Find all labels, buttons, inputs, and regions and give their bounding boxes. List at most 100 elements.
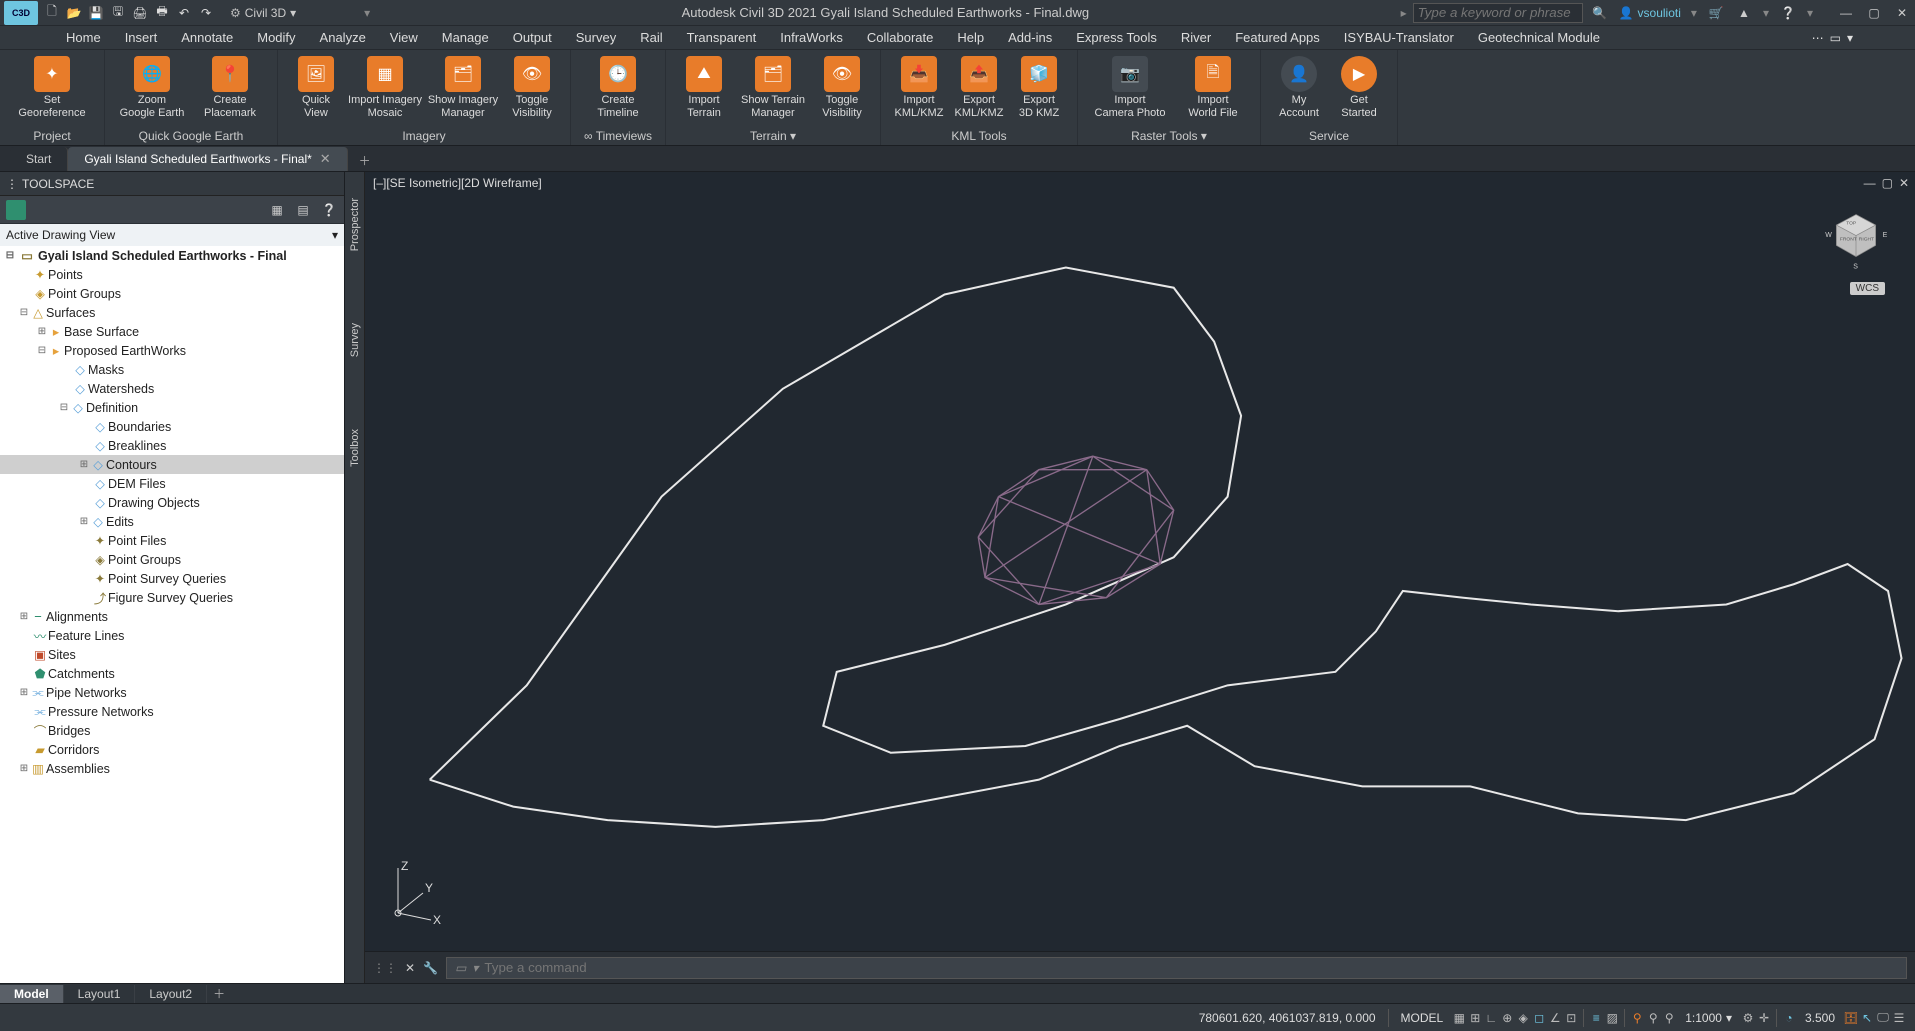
tree-edits[interactable]: ⊞◇Edits <box>0 512 344 531</box>
model-paper-toggle[interactable]: MODEL <box>1393 1011 1452 1025</box>
get-started-button[interactable]: ▶GetStarted <box>1329 54 1389 124</box>
wrench-icon[interactable]: 🔧 <box>423 961 438 975</box>
menu-infraworks[interactable]: InfraWorks <box>768 26 855 49</box>
zoom-ge-button[interactable]: 🌐ZoomGoogle Earth <box>113 54 191 124</box>
my-account-button[interactable]: 👤MyAccount <box>1269 54 1329 124</box>
tree-pipe-networks[interactable]: ⊞⫘Pipe Networks <box>0 683 344 702</box>
import-kml-button[interactable]: 📥ImportKML/KMZ <box>889 54 949 124</box>
command-input[interactable] <box>484 960 1898 975</box>
db-icon[interactable]: 🗄 <box>1843 1010 1859 1026</box>
add-layout-button[interactable]: ＋ <box>207 985 231 1002</box>
iso-icon[interactable]: ◈ <box>1515 1010 1531 1026</box>
close-tab-icon[interactable]: ✕ <box>320 151 331 167</box>
set-georeference-button[interactable]: ✦SetGeoreference <box>8 54 96 124</box>
toolspace-tool-icon[interactable]: ▦ <box>268 201 286 219</box>
close-icon[interactable]: ✕ <box>1893 4 1911 22</box>
toolspace-home-icon[interactable] <box>6 200 26 220</box>
export-3dkmz-button[interactable]: 🧊Export3D KMZ <box>1009 54 1069 124</box>
menu-river[interactable]: River <box>1169 26 1223 49</box>
app-store-icon[interactable]: ▲ <box>1735 4 1753 22</box>
layout-1[interactable]: Layout1 <box>64 985 136 1003</box>
tab-toolbox[interactable]: Toolbox <box>347 423 363 473</box>
tree-dem-files[interactable]: ◇DEM Files <box>0 474 344 493</box>
menu-home[interactable]: Home <box>54 26 113 49</box>
menu-annotate[interactable]: Annotate <box>169 26 245 49</box>
monitor-icon[interactable]: 🖵 <box>1875 1010 1891 1026</box>
tree-boundaries[interactable]: ◇Boundaries <box>0 417 344 436</box>
tree-pressure-networks[interactable]: ⫘Pressure Networks <box>0 702 344 721</box>
cursor-icon[interactable]: ↖ <box>1859 1010 1875 1026</box>
gear-icon[interactable]: ⚙ <box>1740 1010 1756 1026</box>
toggle-vis-button[interactable]: 👁ToggleVisibility <box>502 54 562 124</box>
grid-icon[interactable]: ▦ <box>1451 1010 1467 1026</box>
menu-manage[interactable]: Manage <box>430 26 501 49</box>
menu-rail[interactable]: Rail <box>628 26 674 49</box>
menu-express[interactable]: Express Tools <box>1064 26 1169 49</box>
otrack-icon[interactable]: ⊡ <box>1563 1010 1579 1026</box>
export-kml-button[interactable]: 📤ExportKML/KMZ <box>949 54 1009 124</box>
snapgrid-icon[interactable]: ⊞ <box>1467 1010 1483 1026</box>
saveas-icon[interactable]: 🖫 <box>110 5 126 21</box>
tree-drawing-objects[interactable]: ◇Drawing Objects <box>0 493 344 512</box>
tab-active-doc[interactable]: Gyali Island Scheduled Earthworks - Fina… <box>68 147 347 171</box>
grip-icon[interactable]: ⋮⋮ <box>373 961 397 975</box>
help-icon[interactable]: ❔ <box>1779 4 1797 22</box>
app-logo[interactable]: C3D <box>4 1 38 25</box>
toggle-terrain-vis-button[interactable]: 👁ToggleVisibility <box>812 54 872 124</box>
ortho-icon[interactable]: ∟ <box>1483 1010 1499 1026</box>
tree-surfaces[interactable]: ⊟△Surfaces <box>0 303 344 322</box>
minimize-icon[interactable]: — <box>1837 4 1855 22</box>
menu-overflow[interactable]: ⋯ ▭ ▾ <box>1812 31 1861 45</box>
tree-definition[interactable]: ⊟◇Definition <box>0 398 344 417</box>
layout-2[interactable]: Layout2 <box>135 985 207 1003</box>
save-icon[interactable]: 💾 <box>88 5 104 21</box>
tab-start[interactable]: Start <box>10 147 68 171</box>
toolspace-grid-icon[interactable]: ▤ <box>294 201 312 219</box>
menu-analyze[interactable]: Analyze <box>308 26 378 49</box>
show-imagery-mgr-button[interactable]: 🗂Show ImageryManager <box>424 54 502 124</box>
layout-model[interactable]: Model <box>0 985 64 1003</box>
import-imagery-button[interactable]: ▦Import ImageryMosaic <box>346 54 424 124</box>
open-icon[interactable]: 📂 <box>66 5 82 21</box>
tree-point-groups[interactable]: ◈Point Groups <box>0 284 344 303</box>
decimal-icon[interactable]: ◔ <box>1781 1010 1797 1026</box>
menu-geotech[interactable]: Geotechnical Module <box>1466 26 1612 49</box>
transparency-icon[interactable]: ▨ <box>1604 1010 1620 1026</box>
tree-bridges[interactable]: ⌒Bridges <box>0 721 344 740</box>
tab-survey[interactable]: Survey <box>347 317 363 363</box>
tree-masks[interactable]: ◇Masks <box>0 360 344 379</box>
menu-icon[interactable]: ☰ <box>1891 1010 1907 1026</box>
redo-icon[interactable]: ↷ <box>198 5 214 21</box>
tree-point-files[interactable]: ✦Point Files <box>0 531 344 550</box>
lineweight-icon[interactable]: ≡ <box>1588 1010 1604 1026</box>
close-cmd-icon[interactable]: ✕ <box>405 961 415 975</box>
menu-transparent[interactable]: Transparent <box>675 26 769 49</box>
tree-assemblies[interactable]: ⊞▥Assemblies <box>0 759 344 778</box>
maximize-icon[interactable]: ▢ <box>1865 4 1883 22</box>
cart-icon[interactable]: 🛒 <box>1707 4 1725 22</box>
user-account[interactable]: 👤 vsoulioti <box>1619 6 1681 20</box>
toolspace-view-selector[interactable]: Active Drawing View▾ <box>0 224 344 246</box>
person-icon[interactable]: ⚲ <box>1629 1010 1645 1026</box>
model-viewport[interactable]: [–][SE Isometric][2D Wireframe] — ▢ ✕ TO… <box>365 172 1915 983</box>
infocenter-search[interactable] <box>1413 3 1583 23</box>
tree-point-groups2[interactable]: ◈Point Groups <box>0 550 344 569</box>
tree-breaklines[interactable]: ◇Breaklines <box>0 436 344 455</box>
new-icon[interactable]: 🗋 <box>44 5 60 21</box>
tree-root[interactable]: ⊟▭Gyali Island Scheduled Earthworks - Fi… <box>0 246 344 265</box>
import-world-button[interactable]: 🗎ImportWorld File <box>1174 54 1252 124</box>
tree-points[interactable]: ✦Points <box>0 265 344 284</box>
show-terrain-mgr-button[interactable]: 🗂Show TerrainManager <box>734 54 812 124</box>
print-icon[interactable]: 🖶 <box>154 5 170 21</box>
tree-catchments[interactable]: ⬟Catchments <box>0 664 344 683</box>
menu-insert[interactable]: Insert <box>113 26 170 49</box>
undo-icon[interactable]: ↶ <box>176 5 192 21</box>
tree-contours[interactable]: ⊞◇Contours <box>0 455 344 474</box>
import-terrain-button[interactable]: ⛰ImportTerrain <box>674 54 734 124</box>
drawing-canvas[interactable] <box>365 172 1915 983</box>
search-icon[interactable]: 🔍 <box>1591 4 1609 22</box>
menu-modify[interactable]: Modify <box>245 26 307 49</box>
polar-icon[interactable]: ⊕ <box>1499 1010 1515 1026</box>
search-input[interactable] <box>1418 5 1578 20</box>
tree-feature-lines[interactable]: 〰Feature Lines <box>0 626 344 645</box>
